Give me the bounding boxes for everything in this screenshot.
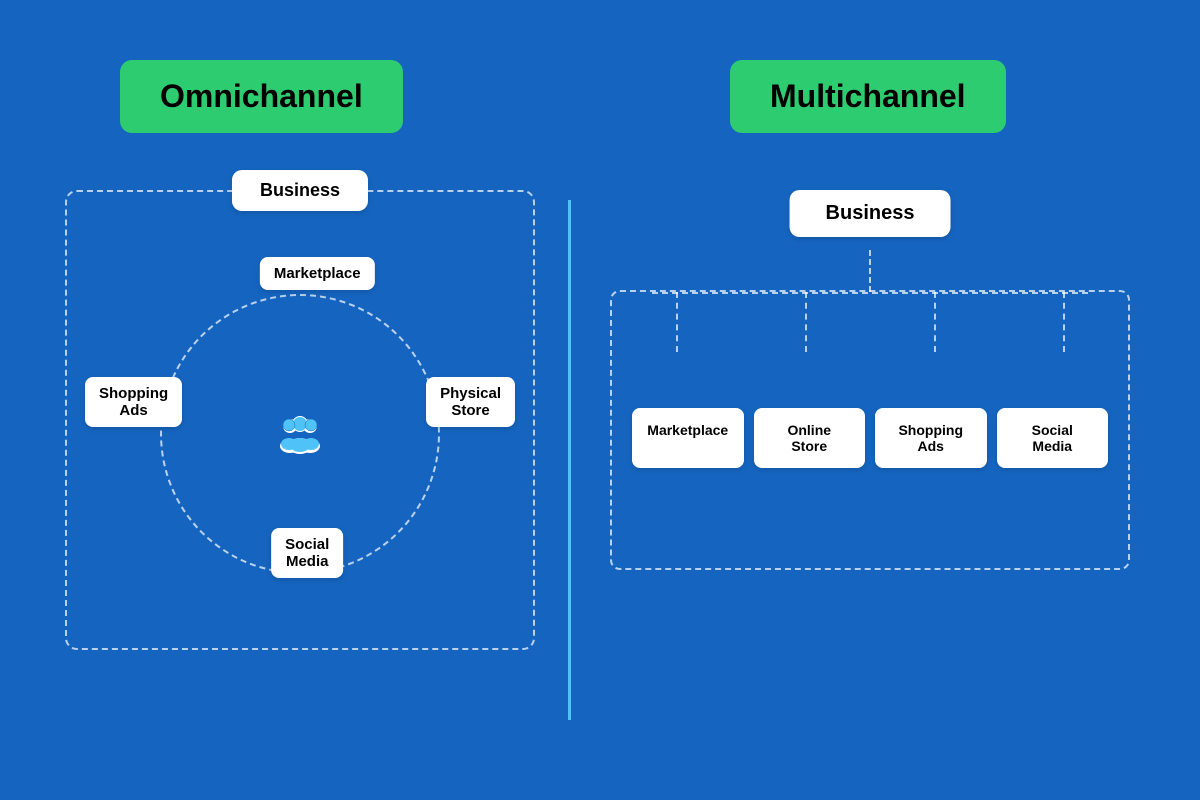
omni-social-media-node: SocialMedia bbox=[271, 528, 343, 578]
multi-vert-line-3 bbox=[934, 292, 936, 352]
omni-center-icon bbox=[260, 394, 340, 474]
multi-vert-line-4 bbox=[1063, 292, 1065, 352]
multi-online-store-node: OnlineStore bbox=[754, 408, 866, 468]
people-icon bbox=[274, 408, 326, 460]
multi-vertical-connector bbox=[869, 250, 871, 292]
multichannel-label: Multichannel bbox=[730, 60, 1006, 133]
omni-marketplace-node: Marketplace bbox=[260, 257, 375, 290]
multi-channels-row: Marketplace OnlineStore ShoppingAds Soci… bbox=[632, 408, 1108, 468]
multi-horizontal-connector bbox=[652, 292, 1088, 294]
omni-physical-store-node: PhysicalStore bbox=[426, 377, 515, 427]
multi-social-media-node: SocialMedia bbox=[997, 408, 1109, 468]
multi-vert-line-2 bbox=[805, 292, 807, 352]
multi-vert-line-1 bbox=[676, 292, 678, 352]
multi-business-box: Business bbox=[790, 190, 951, 237]
multichannel-diagram: Business Marketplace OnlineStore Shoppin… bbox=[600, 190, 1140, 650]
omni-business-box: Business bbox=[232, 170, 368, 211]
section-divider bbox=[568, 200, 571, 720]
omni-shopping-ads-node: ShoppingAds bbox=[85, 377, 182, 427]
omnichannel-diagram: Business bbox=[65, 190, 535, 650]
multi-shopping-ads-node: ShoppingAds bbox=[875, 408, 987, 468]
multi-marketplace-node: Marketplace bbox=[632, 408, 744, 468]
multi-rect: Marketplace OnlineStore ShoppingAds Soci… bbox=[610, 290, 1130, 570]
omnichannel-label: Omnichannel bbox=[120, 60, 403, 133]
